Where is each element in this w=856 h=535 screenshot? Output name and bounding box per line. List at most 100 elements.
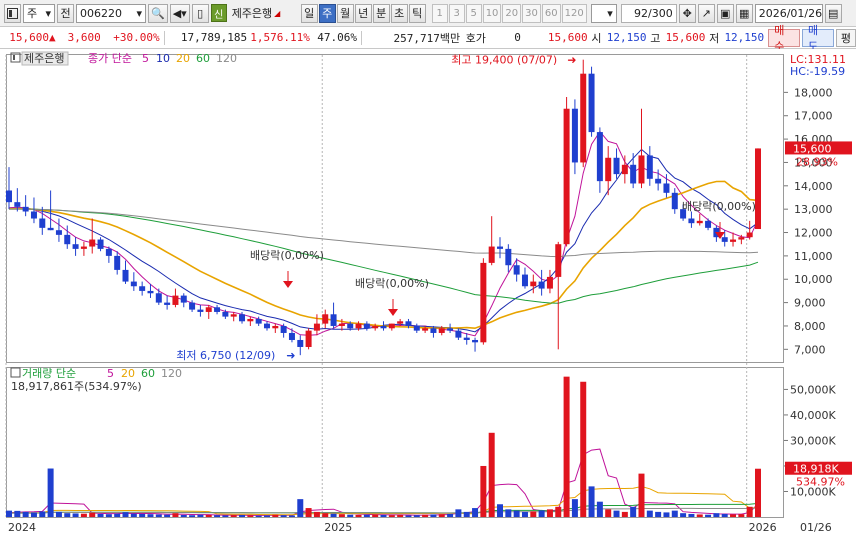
chart-menu-icon[interactable] xyxy=(4,3,21,23)
period-button[interactable]: 년 xyxy=(354,3,372,23)
toggle-icon[interactable]: ▯ xyxy=(191,3,209,23)
candle xyxy=(530,281,537,287)
candle xyxy=(430,328,437,333)
volume-bar xyxy=(313,511,320,517)
period-button[interactable]: 초 xyxy=(390,3,408,23)
volume-bar xyxy=(97,513,104,517)
candle xyxy=(696,220,703,224)
high-label: 고 xyxy=(650,31,661,45)
candle xyxy=(546,276,553,289)
candle xyxy=(372,325,379,329)
period-button[interactable]: 일 xyxy=(300,3,318,23)
volume-bar xyxy=(630,506,637,517)
crosshair-icon[interactable]: ✥ xyxy=(678,3,696,23)
price-tick-label: 13,000 xyxy=(794,203,833,216)
chevron-down-icon: ▾ xyxy=(45,6,51,20)
candle xyxy=(147,290,154,294)
stock-name: 제주은행 ◢ xyxy=(229,4,299,23)
volume-bar xyxy=(571,499,578,517)
interval-button[interactable]: 60 xyxy=(541,3,561,23)
right-arrow-icon: ➜ xyxy=(567,54,576,67)
count-field[interactable]: 92/300 xyxy=(620,3,677,23)
sell-button[interactable]: 매도 xyxy=(802,24,834,53)
interval-button[interactable]: 30 xyxy=(522,3,541,23)
period-button[interactable]: 주 xyxy=(318,3,336,23)
right-arrow-icon: ➜ xyxy=(286,349,295,362)
search-icon[interactable]: 🔍 xyxy=(148,3,168,23)
volume-bar xyxy=(447,513,454,517)
new-badge: 신 xyxy=(210,4,227,22)
candle xyxy=(655,178,662,184)
candle xyxy=(122,269,129,282)
eval-button[interactable]: 평 xyxy=(835,28,856,47)
count-value: 92 xyxy=(634,6,649,20)
candle xyxy=(14,202,21,207)
quote-low: 12,150 xyxy=(724,31,765,44)
volume-bar xyxy=(613,510,620,517)
candle xyxy=(571,108,578,163)
volume-bar xyxy=(80,513,87,517)
market-value: 주 xyxy=(27,7,38,20)
volume-bar xyxy=(472,508,479,517)
volume-bar xyxy=(646,510,653,517)
candle xyxy=(97,239,104,249)
save-icon[interactable]: ▣ xyxy=(716,3,734,23)
volume-bar xyxy=(671,510,678,517)
candle xyxy=(214,307,221,312)
volume-bar xyxy=(413,515,420,517)
candle xyxy=(139,286,146,291)
calendar-icon[interactable]: ▦ xyxy=(735,3,753,23)
volume-bar xyxy=(655,511,662,517)
settings-icon[interactable]: ▤ xyxy=(824,3,842,23)
chart-toolbar: 주 ▾ 전 006220 ▾ 🔍 ◀▾ ▯ 신 제주은행 ◢ 일주월년분초틱 135… xyxy=(0,0,856,27)
volume-bar xyxy=(114,513,121,517)
volume-bar xyxy=(497,504,504,517)
volume-bar xyxy=(738,514,745,517)
stock-code-input[interactable]: 006220 ▾ xyxy=(76,3,146,23)
stock-name-text: 제주은행 xyxy=(231,7,273,20)
vol-legend-ma20: 20 xyxy=(121,367,135,380)
interval-button[interactable]: 3 xyxy=(448,3,465,23)
volume-bar xyxy=(22,511,29,517)
interval-dropdown[interactable]: ▾ xyxy=(590,3,617,23)
interval-button[interactable]: 20 xyxy=(502,3,522,23)
volume-bar xyxy=(463,511,470,517)
volume-tick-label: 50,000K xyxy=(790,383,836,396)
volume-bar xyxy=(638,473,645,517)
stock-chart[interactable]: 18,00017,00016,00015,00014,00013,00012,0… xyxy=(0,49,856,535)
date-field[interactable]: 2026/01/26 xyxy=(754,3,823,23)
vol-current-label: 18,917,861주(534.97%) xyxy=(11,380,142,393)
interval-button[interactable]: 5 xyxy=(465,3,482,23)
interval-button[interactable]: 120 xyxy=(561,3,587,23)
period-button[interactable]: 분 xyxy=(372,3,390,23)
candle xyxy=(438,328,445,333)
candle xyxy=(347,323,354,329)
buy-button[interactable]: 매수 xyxy=(768,24,801,53)
candle xyxy=(613,157,620,175)
interval-button[interactable]: 10 xyxy=(482,3,502,23)
period-button[interactable]: 틱 xyxy=(408,3,426,23)
volume-bar xyxy=(263,515,270,517)
dividend-label: 배당락(0,00%) xyxy=(682,200,756,213)
x-right-label: 01/26 xyxy=(800,521,832,534)
volume-bar xyxy=(355,514,362,517)
legend-ma10: 10 xyxy=(156,52,170,65)
candle xyxy=(355,323,362,329)
speaker-icon[interactable]: ◀▾ xyxy=(169,3,190,23)
triangle-icon: ◢ xyxy=(274,8,281,18)
legend-ma120: 120 xyxy=(216,52,237,65)
candle xyxy=(230,314,237,317)
candle xyxy=(280,325,287,333)
candle xyxy=(705,220,712,228)
draw-line-icon[interactable]: ↗ xyxy=(697,3,715,23)
candle xyxy=(89,239,96,247)
candle xyxy=(605,157,612,182)
interval-button[interactable]: 1 xyxy=(431,3,448,23)
market-select[interactable]: 주 ▾ xyxy=(23,3,55,23)
candle xyxy=(330,314,337,326)
code-mode-label: 전 xyxy=(60,7,71,20)
period-button[interactable]: 월 xyxy=(336,3,354,23)
code-mode-button[interactable]: 전 xyxy=(57,3,74,23)
hoga-label: 호가 xyxy=(465,31,486,45)
dividend-label: 배당락(0,00%) xyxy=(355,277,429,290)
